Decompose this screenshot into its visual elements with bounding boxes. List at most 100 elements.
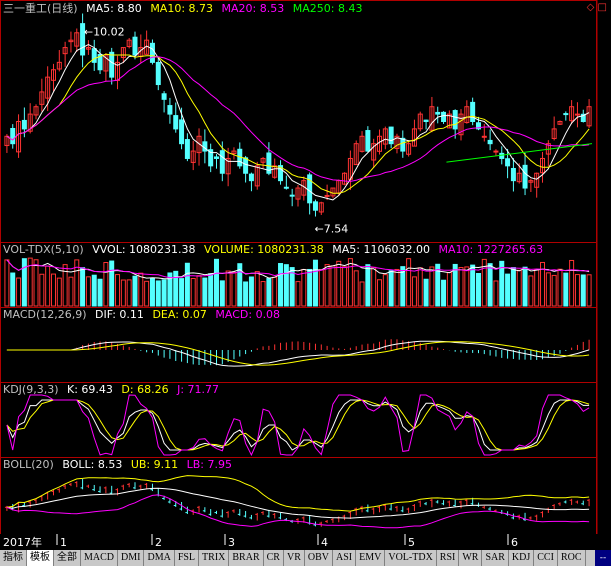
candle-body [487,139,493,145]
tab-brar[interactable]: BRAR [229,550,264,566]
tab-vol-tdx[interactable]: VOL-TDX [385,550,437,566]
tab-dma[interactable]: DMA [144,550,175,566]
volume-bar [528,275,534,307]
window-controls[interactable]: ◇ □ [587,2,607,13]
volume-bar [10,272,16,307]
volume-bar [342,266,348,307]
volume-bar [283,264,289,307]
candle-body [312,201,318,211]
candle-body [213,156,219,159]
ma20-label: MA20: 8.53 [221,2,285,15]
volume-bar [225,270,231,307]
tab-指标[interactable]: 指标 [0,550,27,566]
stock-chart[interactable]: 2017年 1 2 3 4 5 6 ←10.02 ←7.54 [0,0,611,566]
tab-cci[interactable]: CCI [534,550,558,566]
tab-obv[interactable]: OBV [305,550,333,566]
vvol-label: VVOL: 1080231.38 [92,243,196,256]
tab-macd[interactable]: MACD [81,550,119,566]
volume-bar [406,258,412,307]
volume-bar [586,274,592,307]
tab-vr[interactable]: VR [284,550,305,566]
volume-bar [516,269,522,307]
vol-name: VOL-TDX(5,10) [3,243,84,256]
macd-label: MACD: 0.08 [215,308,281,321]
volume-bar [487,263,493,307]
volume-bar [388,270,394,307]
volume-bar [441,279,447,307]
candle-body [510,167,516,182]
candle-body [173,115,179,130]
volume-bar [371,266,377,307]
ma5-label: MA5: 8.80 [86,2,142,15]
macd-header: MACD(12,26,9) DIF: 0.11 DEA: 0.07 MACD: … [3,308,285,322]
diamond-icon[interactable]: ◇ [587,2,595,13]
volume-bar [196,275,202,307]
volume-bar [231,271,237,307]
volume-bar [295,281,301,307]
volume-bar [126,279,132,307]
candle-body [179,119,185,145]
tab-kdj[interactable]: KDJ [509,550,535,566]
candle-body [481,135,487,138]
volume-bar [138,272,144,307]
volume-bar [45,265,51,307]
volume-label: VOLUME: 1080231.38 [204,243,324,256]
volume-bar [563,272,569,307]
month-label: 2 [155,536,162,549]
volume-bar [208,273,214,307]
volume-bar [219,280,225,307]
candle-body [10,127,16,145]
candle-body [161,93,167,100]
volume-bar [458,267,464,307]
tab-wr[interactable]: WR [459,550,483,566]
dif-label: DIF: 0.11 [95,308,144,321]
volume-bar [109,260,115,307]
tab-模板[interactable]: 模板 [27,550,54,566]
volume-bar [510,267,516,307]
volume-bar [312,259,318,307]
volume-bar [50,273,56,307]
volume-bar [534,269,540,307]
volume-bar [85,276,91,307]
stock-title: 三一重工(日线) [3,2,78,15]
month-label: 6 [511,536,518,549]
kdj-name: KDJ(9,3,3) [3,383,59,396]
macd-name: MACD(12,26,9) [3,308,87,321]
indicator-tab-bar: 指标 模板 全部 MACD DMI DMA FSL TRIX BRAR CR VR OBV ASI EMV… [0,550,611,566]
tab-emv[interactable]: EMV [356,550,386,566]
boll-label: BOLL: 8.53 [62,458,123,471]
tab-roc[interactable]: ROC [558,550,586,566]
volume-bar [278,263,284,307]
time-axis-bg [0,534,611,550]
tab-全部[interactable]: 全部 [54,550,81,566]
volume-bar [97,278,103,307]
tab-fsl[interactable]: FSL [175,550,200,566]
volume-bar [359,281,365,307]
month-label: 5 [408,536,415,549]
volume-bar [545,272,551,307]
volume-bar [272,276,278,307]
tab-asi[interactable]: ASI [333,550,357,566]
volume-bar [21,258,27,307]
candle-body [219,150,225,174]
tab-trix[interactable]: TRIX [199,550,230,566]
tab-sar[interactable]: SAR [482,550,509,566]
volume-bar [4,259,10,307]
volume-bar [557,268,563,307]
volume-bar [464,266,470,307]
volume-bar [353,270,359,307]
tab-dmi[interactable]: DMI [118,550,145,566]
volume-bar [382,274,388,307]
square-icon[interactable]: □ [598,2,607,13]
tab-cr[interactable]: CR [264,550,284,566]
tab-rsi[interactable]: RSI [437,550,460,566]
volume-bar [254,271,260,307]
volume-bar [91,274,97,307]
volume-bar [161,279,167,307]
vol-ma10-label: MA10: 1227265.63 [438,243,544,256]
scroll-button[interactable]: -- [595,550,611,566]
lb-label: LB: 7.95 [186,458,232,471]
ma250-label: MA250: 8.43 [292,2,363,15]
volume-bar [103,262,109,307]
volume-bar [155,280,161,307]
